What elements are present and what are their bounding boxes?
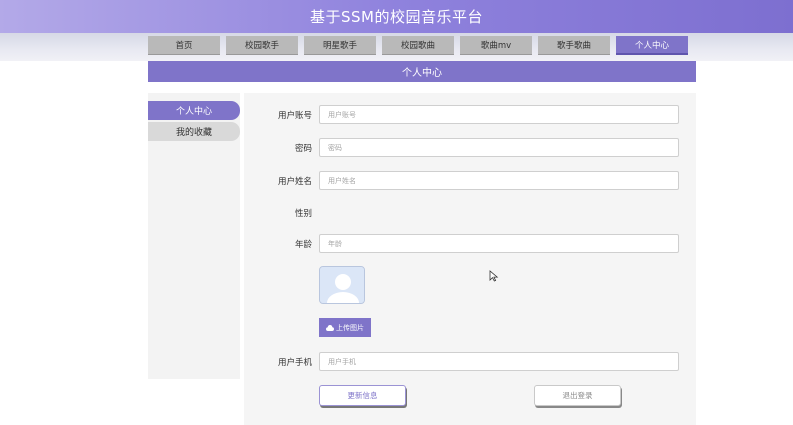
user-avatar-icon: [320, 267, 364, 303]
gender-label: 性别: [294, 209, 312, 219]
sidebar-item-label: 我的收藏: [175, 128, 212, 138]
update-button-label: 更新信息: [347, 391, 378, 400]
cloud-upload-icon: [326, 324, 334, 331]
age-label: 年龄: [294, 240, 312, 250]
page-title-bar: 个人中心: [148, 61, 696, 82]
logout-button-label: 退出登录: [562, 391, 593, 400]
account-input[interactable]: [319, 105, 679, 124]
nav-item-home[interactable]: 首页: [148, 36, 220, 55]
sidebar: 个人中心 我的收藏: [148, 93, 240, 379]
sidebar-item-label: 个人中心: [175, 107, 212, 117]
page-title: 个人中心: [402, 68, 442, 79]
nav-item-star-singers[interactable]: 明星歌手: [304, 36, 376, 55]
upload-image-button[interactable]: 上传图片: [319, 318, 371, 337]
account-label: 用户账号: [277, 111, 312, 121]
nav-item-personal-center[interactable]: 个人中心: [616, 36, 688, 55]
update-info-button[interactable]: 更新信息: [319, 385, 406, 406]
nav-item-song-mv[interactable]: 歌曲mv: [460, 36, 532, 55]
site-title: 基于SSM的校园音乐平台: [310, 8, 483, 26]
sidebar-item-personal-center[interactable]: 个人中心: [148, 101, 240, 120]
main-nav: 首页 校园歌手 明星歌手 校园歌曲 歌曲mv 歌手歌曲 个人中心: [148, 36, 696, 56]
name-input[interactable]: [319, 171, 679, 190]
phone-label: 用户手机: [277, 358, 312, 368]
password-label: 密码: [294, 144, 312, 154]
nav-item-campus-singers[interactable]: 校园歌手: [226, 36, 298, 55]
name-label: 用户姓名: [277, 177, 312, 187]
nav-item-campus-songs[interactable]: 校园歌曲: [382, 36, 454, 55]
logout-button[interactable]: 退出登录: [534, 385, 621, 406]
password-input[interactable]: [319, 138, 679, 157]
phone-input[interactable]: [319, 352, 679, 371]
sidebar-item-favorites[interactable]: 我的收藏: [148, 122, 240, 141]
mouse-pointer-icon: [489, 270, 499, 282]
nav-item-singer-songs[interactable]: 歌手歌曲: [538, 36, 610, 55]
site-header: 基于SSM的校园音乐平台: [0, 0, 793, 33]
age-input[interactable]: [319, 234, 679, 253]
upload-button-label: 上传图片: [336, 323, 364, 332]
avatar-image: [319, 266, 365, 304]
